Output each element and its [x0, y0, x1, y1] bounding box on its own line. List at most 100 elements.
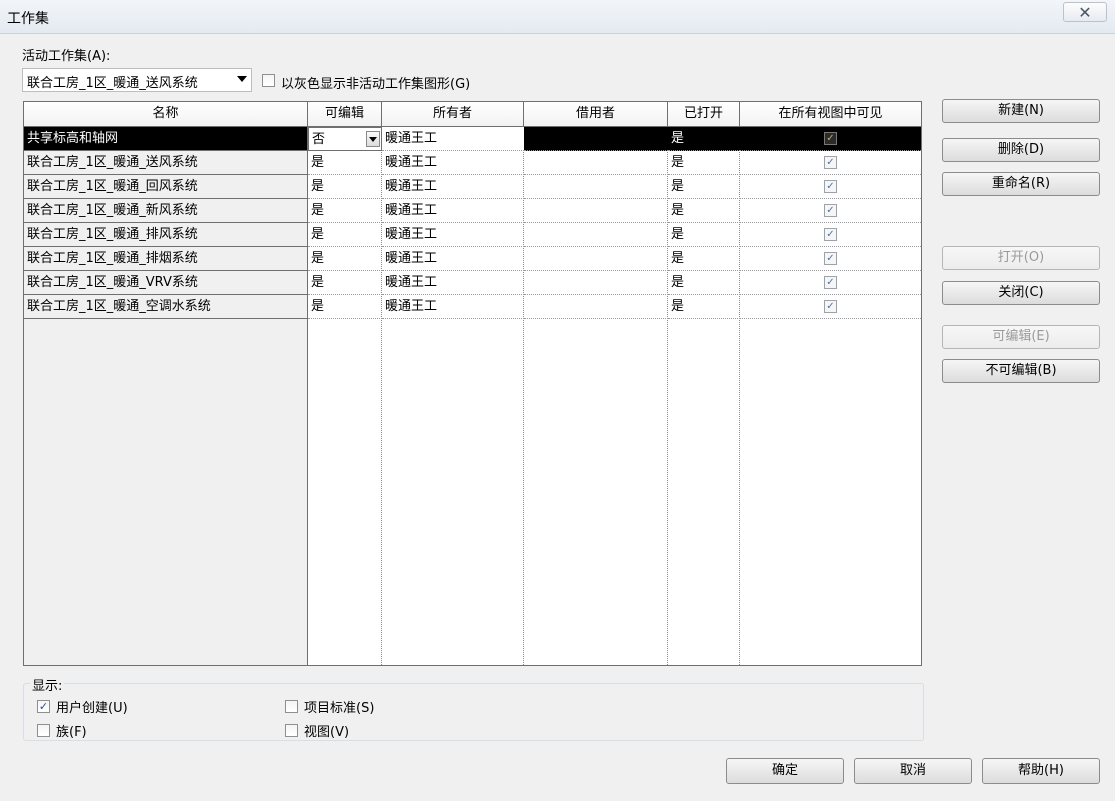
column-header-visible[interactable]: 在所有视图中可见: [740, 102, 921, 127]
borrower-cell: [524, 271, 668, 295]
workset-name-cell[interactable]: 联合工房_1区_暖通_回风系统: [24, 175, 308, 199]
editable-cell[interactable]: 是: [308, 295, 382, 319]
user-created-label: 用户创建(U): [56, 701, 128, 716]
visible-cell: ✓: [740, 151, 921, 175]
gray-inactive-checkbox-box[interactable]: [262, 74, 275, 87]
column-header-name[interactable]: 名称: [24, 102, 308, 127]
visible-cell: ✓: [740, 247, 921, 271]
active-workset-value: 联合工房_1区_暖通_送风系统: [27, 76, 198, 91]
delete-button[interactable]: 删除(D): [942, 138, 1100, 162]
borrower-cell: [524, 247, 668, 271]
column-header-borrower[interactable]: 借用者: [524, 102, 668, 127]
workset-name-cell[interactable]: 共享标高和轴网: [24, 127, 308, 151]
check-icon: ✓: [826, 253, 835, 264]
active-workset-dropdown[interactable]: 联合工房_1区_暖通_送风系统: [22, 68, 252, 92]
editable-cell-text: 是: [311, 251, 325, 266]
visible-cell: ✓: [740, 127, 921, 151]
check-icon: ✓: [826, 133, 835, 144]
table-row[interactable]: 联合工房_1区_暖通_送风系统是暖通王工是 ✓: [24, 151, 921, 175]
project-standards-checkbox[interactable]: [285, 700, 298, 713]
visible-cell: ✓: [740, 223, 921, 247]
editable-cell[interactable]: 是: [308, 271, 382, 295]
workset-name-cell[interactable]: 联合工房_1区_暖通_VRV系统: [24, 271, 308, 295]
check-icon: ✓: [38, 700, 49, 713]
visible-checkbox[interactable]: ✓: [824, 276, 837, 289]
gray-inactive-checkbox[interactable]: [262, 74, 275, 87]
table-row[interactable]: 联合工房_1区_暖通_排烟系统是暖通王工是 ✓: [24, 247, 921, 271]
visible-checkbox[interactable]: ✓: [824, 204, 837, 217]
title-bar: [0, 0, 1115, 34]
owner-cell: 暖通王工: [382, 199, 524, 223]
non-editable-button[interactable]: 不可编辑(B): [942, 359, 1100, 383]
table-row[interactable]: 联合工房_1区_暖通_新风系统是暖通王工是 ✓: [24, 199, 921, 223]
views-label: 视图(V): [304, 725, 350, 740]
visible-checkbox[interactable]: ✓: [824, 300, 837, 313]
check-icon: ✓: [826, 157, 835, 168]
borrower-cell: [524, 295, 668, 319]
workset-name-cell[interactable]: 联合工房_1区_暖通_新风系统: [24, 199, 308, 223]
opened-cell-text: 是: [671, 227, 685, 242]
visible-checkbox[interactable]: ✓: [824, 228, 837, 241]
editable-cell[interactable]: 是: [308, 151, 382, 175]
workset-name-cell[interactable]: 联合工房_1区_暖通_空调水系统: [24, 295, 308, 319]
opened-cell: 是: [668, 175, 740, 199]
opened-cell-text: 是: [671, 251, 685, 266]
visible-checkbox[interactable]: ✓: [824, 156, 837, 169]
workset-name-cell[interactable]: 联合工房_1区_暖通_送风系统: [24, 151, 308, 175]
visible-cell: ✓: [740, 199, 921, 223]
families-checkbox[interactable]: [37, 724, 50, 737]
editable-cell[interactable]: 是: [308, 175, 382, 199]
help-button[interactable]: 帮助(H): [982, 758, 1100, 784]
editable-cell-text: 否: [312, 132, 326, 147]
rename-button[interactable]: 重命名(R): [942, 172, 1100, 196]
user-created-checkbox[interactable]: ✓: [37, 700, 50, 713]
column-header-editable[interactable]: 可编辑: [308, 102, 382, 127]
opened-cell-text: 是: [671, 275, 685, 290]
opened-cell: 是: [668, 199, 740, 223]
editable-cell[interactable]: 是: [308, 223, 382, 247]
visible-checkbox[interactable]: ✓: [824, 252, 837, 265]
project-standards-label: 项目标准(S): [304, 701, 375, 716]
editable-cell[interactable]: 是: [308, 199, 382, 223]
user-created-option[interactable]: ✓ 用户创建(U): [37, 697, 128, 716]
views-checkbox[interactable]: [285, 724, 298, 737]
open-button[interactable]: 打开(O): [942, 246, 1100, 270]
editable-cell-text: 是: [311, 227, 325, 242]
owner-cell: 暖通王工: [382, 127, 524, 151]
table-row[interactable]: 联合工房_1区_暖通_VRV系统是暖通王工是 ✓: [24, 271, 921, 295]
column-header-opened[interactable]: 已打开: [668, 102, 740, 127]
owner-cell-text: 暖通王工: [385, 275, 438, 290]
owner-cell-text: 暖通王工: [385, 179, 438, 194]
editable-cell-text: 是: [311, 203, 325, 218]
cancel-button[interactable]: 取消: [854, 758, 972, 784]
visible-checkbox[interactable]: ✓: [824, 132, 837, 145]
opened-cell: 是: [668, 127, 740, 151]
families-option[interactable]: 族(F): [37, 721, 87, 740]
column-header-owner[interactable]: 所有者: [382, 102, 524, 127]
owner-cell-text: 暖通王工: [385, 131, 438, 146]
opened-cell: 是: [668, 223, 740, 247]
editable-cell[interactable]: 是: [308, 247, 382, 271]
workset-name-cell[interactable]: 联合工房_1区_暖通_排烟系统: [24, 247, 308, 271]
table-row[interactable]: 联合工房_1区_暖通_空调水系统是暖通王工是 ✓: [24, 295, 921, 319]
borrower-cell: [524, 223, 668, 247]
new-button[interactable]: 新建(N): [942, 99, 1100, 123]
editable-cell[interactable]: 否: [308, 127, 382, 151]
editable-dropdown-arrow-icon[interactable]: [366, 131, 380, 147]
editable-button[interactable]: 可编辑(E): [942, 325, 1100, 349]
visible-checkbox[interactable]: ✓: [824, 180, 837, 193]
workset-name-cell[interactable]: 联合工房_1区_暖通_排风系统: [24, 223, 308, 247]
close-workset-button[interactable]: 关闭(C): [942, 281, 1100, 305]
project-standards-option[interactable]: 项目标准(S): [285, 697, 374, 716]
table-row[interactable]: 联合工房_1区_暖通_回风系统是暖通王工是 ✓: [24, 175, 921, 199]
editable-cell-text: 是: [311, 299, 325, 314]
table-row[interactable]: 联合工房_1区_暖通_排风系统是暖通王工是 ✓: [24, 223, 921, 247]
editable-cell-text: 是: [311, 155, 325, 170]
close-button[interactable]: ✕: [1063, 2, 1107, 22]
opened-cell-text: 是: [671, 299, 685, 314]
views-option[interactable]: 视图(V): [285, 721, 349, 740]
owner-cell-text: 暖通王工: [385, 203, 438, 218]
ok-button[interactable]: 确定: [726, 758, 844, 784]
show-label: 显示:: [30, 675, 65, 694]
table-row[interactable]: 共享标高和轴网否 暖通王工 是 ✓: [24, 127, 921, 151]
